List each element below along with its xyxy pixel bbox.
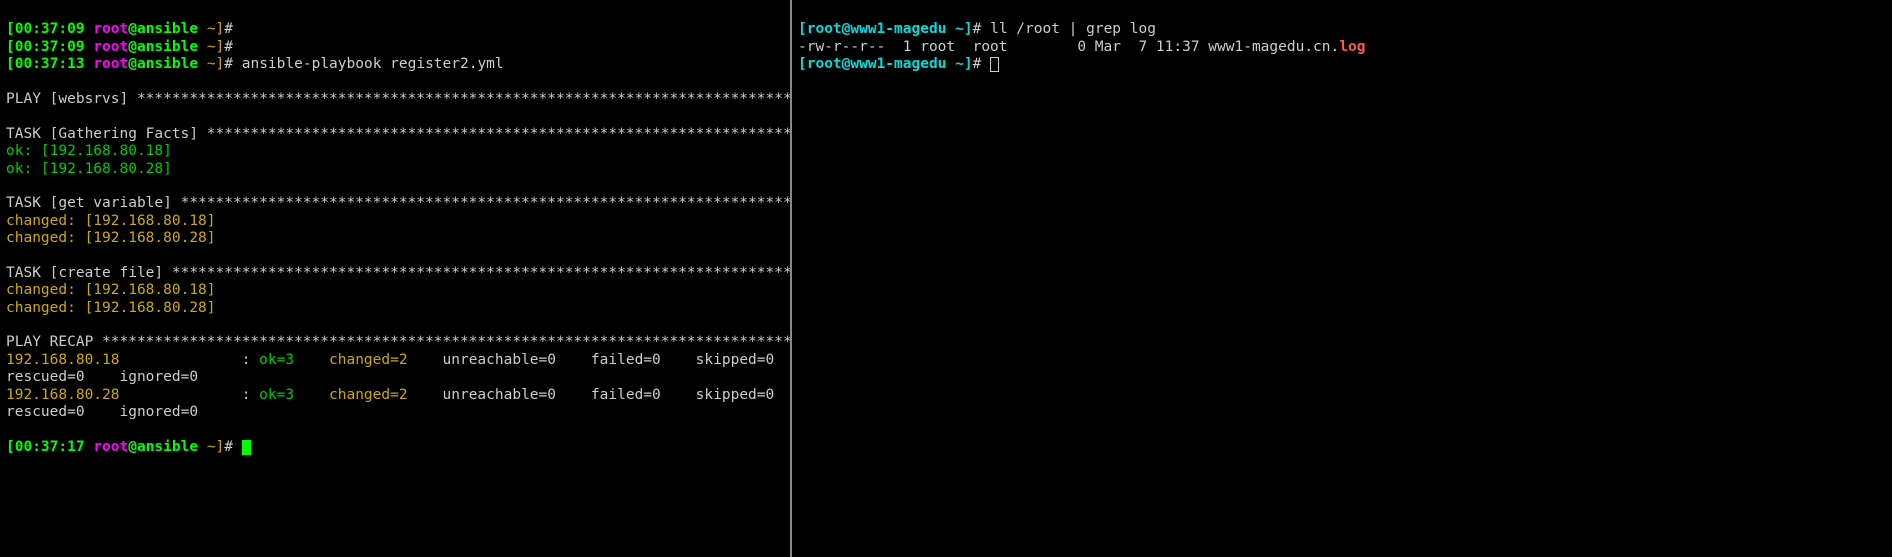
prompt-line[interactable]: [root@www1-magedu ~]# [798, 56, 999, 72]
recap-row: 192.168.80.18 : ok=3 changed=2 unreachab… [6, 352, 790, 368]
ok-line: ok: [192.168.80.18] [6, 143, 172, 159]
prompt-line: [00:37:13 root@ansible ~]# ansible-playb… [6, 56, 504, 72]
prompt-line: [00:37:09 root@ansible ~]# [6, 21, 233, 37]
recap-row: rescued=0 ignored=0 [6, 404, 198, 420]
changed-line: changed: [192.168.80.18] [6, 213, 216, 229]
changed-line: changed: [192.168.80.28] [6, 300, 216, 316]
ls-output: -rw-r--r-- 1 root root 0 Mar 7 11:37 www… [798, 39, 1365, 55]
prompt-line[interactable]: [00:37:17 root@ansible ~]# [6, 439, 251, 455]
cursor-icon [990, 57, 999, 72]
prompt-line: [root@www1-magedu ~]# ll /root | grep lo… [798, 21, 1156, 37]
recap-row: rescued=0 ignored=0 [6, 369, 198, 385]
cursor-icon [242, 440, 251, 455]
changed-line: changed: [192.168.80.18] [6, 282, 216, 298]
recap-row: 192.168.80.28 : ok=3 changed=2 unreachab… [6, 387, 790, 403]
play-header: PLAY [websrvs] *************************… [6, 91, 790, 107]
prompt-line: [00:37:09 root@ansible ~]# [6, 39, 233, 55]
command-text: ll /root | grep log [990, 21, 1156, 37]
recap-header: PLAY RECAP *****************************… [6, 334, 790, 350]
right-terminal[interactable]: [root@www1-magedu ~]# ll /root | grep lo… [792, 0, 1892, 557]
left-terminal[interactable]: [00:37:09 root@ansible ~]# [00:37:09 roo… [0, 0, 790, 557]
task-header: TASK [create file] *********************… [6, 265, 790, 281]
task-header: TASK [get variable] ********************… [6, 195, 790, 211]
task-header: TASK [Gathering Facts] *****************… [6, 126, 790, 142]
changed-line: changed: [192.168.80.28] [6, 230, 216, 246]
command-text: ansible-playbook register2.yml [233, 56, 504, 72]
ok-line: ok: [192.168.80.28] [6, 161, 172, 177]
